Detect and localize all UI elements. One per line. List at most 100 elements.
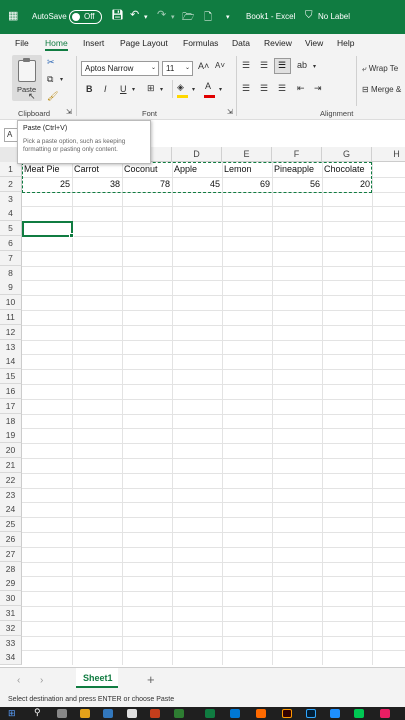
row-header-26[interactable]: 26 bbox=[0, 532, 22, 547]
borders-dropdown-icon[interactable]: ▾ bbox=[160, 86, 163, 93]
row-header-27[interactable]: 27 bbox=[0, 546, 22, 562]
row-header-21[interactable]: 21 bbox=[0, 458, 22, 473]
redo-icon[interactable]: ↷ bbox=[157, 8, 166, 21]
tab-page-layout[interactable]: Page Layout bbox=[120, 38, 168, 48]
font-color-dropdown-icon[interactable]: ▾ bbox=[219, 86, 222, 93]
tab-insert[interactable]: Insert bbox=[83, 38, 104, 48]
align-bottom-button[interactable]: ☰ bbox=[274, 58, 291, 74]
row-header-4[interactable]: 4 bbox=[0, 206, 22, 222]
row-header-1[interactable]: 1 bbox=[0, 162, 22, 177]
align-top-icon[interactable]: ☰ bbox=[242, 60, 250, 71]
redo-dropdown-icon[interactable]: ▾ bbox=[171, 13, 175, 21]
tab-data[interactable]: Data bbox=[232, 38, 250, 48]
row-header-17[interactable]: 17 bbox=[0, 398, 22, 414]
row-header-22[interactable]: 22 bbox=[0, 472, 22, 488]
undo-icon[interactable]: ↶ bbox=[130, 8, 139, 21]
book-title[interactable]: Book1 - Excel bbox=[246, 12, 295, 21]
row-header-15[interactable]: 15 bbox=[0, 369, 22, 385]
font-size-select[interactable]: 11 ⌄ bbox=[162, 61, 193, 76]
row-header-5[interactable]: 5 bbox=[0, 221, 22, 237]
task-view-icon[interactable] bbox=[57, 709, 67, 718]
sensitivity-label[interactable]: No Label bbox=[318, 12, 350, 21]
row-header-30[interactable]: 30 bbox=[0, 591, 22, 607]
app-icon[interactable] bbox=[127, 709, 137, 718]
row-header-3[interactable]: 3 bbox=[0, 191, 22, 207]
font-color-icon[interactable]: A bbox=[205, 81, 211, 91]
app-icon-3[interactable] bbox=[256, 709, 266, 718]
scroll-left-icon[interactable]: ‹ bbox=[17, 675, 20, 686]
tab-file[interactable]: File bbox=[15, 38, 29, 48]
clipboard-launcher-icon[interactable]: ⇲ bbox=[66, 108, 72, 116]
row-header-29[interactable]: 29 bbox=[0, 576, 22, 592]
copy-dropdown-icon[interactable]: ▾ bbox=[60, 76, 63, 83]
row-header-28[interactable]: 28 bbox=[0, 561, 22, 577]
wrap-text-button[interactable]: ⤶ Wrap Te bbox=[362, 64, 398, 74]
row-header-34[interactable]: 34 bbox=[0, 650, 22, 665]
fill-dropdown-icon[interactable]: ▾ bbox=[192, 86, 195, 93]
add-sheet-button[interactable]: + bbox=[147, 672, 155, 687]
outlook-icon[interactable] bbox=[230, 709, 240, 718]
search-icon[interactable]: ⚲ bbox=[34, 707, 41, 718]
merge-button[interactable]: ⊟ Merge & bbox=[362, 85, 401, 94]
undo-dropdown-icon[interactable]: ▾ bbox=[144, 13, 148, 21]
bold-button[interactable]: B bbox=[86, 84, 93, 94]
col-header-d[interactable]: D bbox=[172, 147, 222, 162]
orientation-dropdown-icon[interactable]: ▾ bbox=[313, 63, 316, 70]
photoshop-icon[interactable] bbox=[306, 709, 316, 718]
tab-home[interactable]: Home bbox=[45, 38, 68, 51]
windows-start-icon[interactable]: ⊞ bbox=[8, 708, 16, 719]
decrease-font-icon[interactable]: A˅ bbox=[215, 61, 225, 70]
tab-help[interactable]: Help bbox=[337, 38, 354, 48]
row-header-16[interactable]: 16 bbox=[0, 384, 22, 399]
font-launcher-icon[interactable]: ⇲ bbox=[227, 108, 233, 116]
row-header-24[interactable]: 24 bbox=[0, 502, 22, 518]
tab-review[interactable]: Review bbox=[264, 38, 292, 48]
row-header-19[interactable]: 19 bbox=[0, 428, 22, 444]
decrease-indent-icon[interactable]: ⇤ bbox=[297, 83, 305, 94]
app-icon-6[interactable] bbox=[380, 709, 390, 718]
align-middle-icon[interactable]: ☰ bbox=[260, 60, 268, 71]
paste-button[interactable]: Paste ↖ bbox=[12, 55, 42, 101]
row-header-33[interactable]: 33 bbox=[0, 635, 22, 651]
tab-view[interactable]: View bbox=[305, 38, 323, 48]
fill-handle[interactable] bbox=[69, 233, 74, 238]
italic-button[interactable]: I bbox=[104, 84, 107, 94]
col-header-g[interactable]: G bbox=[322, 147, 372, 162]
borders-icon[interactable]: ⊞ bbox=[147, 83, 155, 94]
scroll-right-icon[interactable]: › bbox=[40, 675, 43, 686]
row-header-23[interactable]: 23 bbox=[0, 487, 22, 503]
store-icon[interactable] bbox=[103, 709, 113, 718]
fill-color-icon[interactable]: ◈ bbox=[177, 82, 184, 93]
save-icon[interactable]: 💾︎ bbox=[111, 10, 124, 21]
row-header-9[interactable]: 9 bbox=[0, 280, 22, 296]
underline-dropdown-icon[interactable]: ▾ bbox=[132, 86, 135, 93]
row-header-11[interactable]: 11 bbox=[0, 310, 22, 325]
row-header-12[interactable]: 12 bbox=[0, 324, 22, 340]
cut-icon[interactable]: ✂ bbox=[47, 57, 55, 68]
col-header-e[interactable]: E bbox=[222, 147, 272, 162]
font-name-select[interactable]: Aptos Narrow ⌄ bbox=[81, 61, 159, 76]
row-header-32[interactable]: 32 bbox=[0, 620, 22, 636]
row-header-7[interactable]: 7 bbox=[0, 250, 22, 266]
col-header-f[interactable]: F bbox=[272, 147, 322, 162]
underline-button[interactable]: U bbox=[120, 84, 127, 94]
autosave-toggle[interactable]: Off bbox=[69, 10, 102, 24]
orientation-icon[interactable]: ab bbox=[297, 60, 307, 70]
row-header-18[interactable]: 18 bbox=[0, 413, 22, 429]
row-header-13[interactable]: 13 bbox=[0, 339, 22, 355]
align-left-icon[interactable]: ☰ bbox=[242, 83, 250, 94]
copy-icon[interactable]: ⧉ bbox=[47, 74, 53, 85]
row-header-25[interactable]: 25 bbox=[0, 517, 22, 533]
align-right-icon[interactable]: ☰ bbox=[278, 83, 286, 94]
format-painter-icon[interactable]: 🖌︎ bbox=[47, 91, 58, 102]
new-document-icon[interactable]: 🗋︎ bbox=[204, 10, 212, 27]
app-icon-4[interactable] bbox=[330, 709, 340, 718]
col-header-h[interactable]: H bbox=[372, 147, 405, 162]
app-icon-2[interactable] bbox=[174, 709, 184, 718]
illustrator-icon[interactable] bbox=[282, 709, 292, 718]
increase-indent-icon[interactable]: ⇥ bbox=[314, 83, 322, 94]
name-box[interactable]: A bbox=[4, 128, 18, 142]
office-icon[interactable] bbox=[150, 709, 160, 718]
row-header-14[interactable]: 14 bbox=[0, 354, 22, 370]
file-explorer-icon[interactable] bbox=[80, 709, 90, 718]
